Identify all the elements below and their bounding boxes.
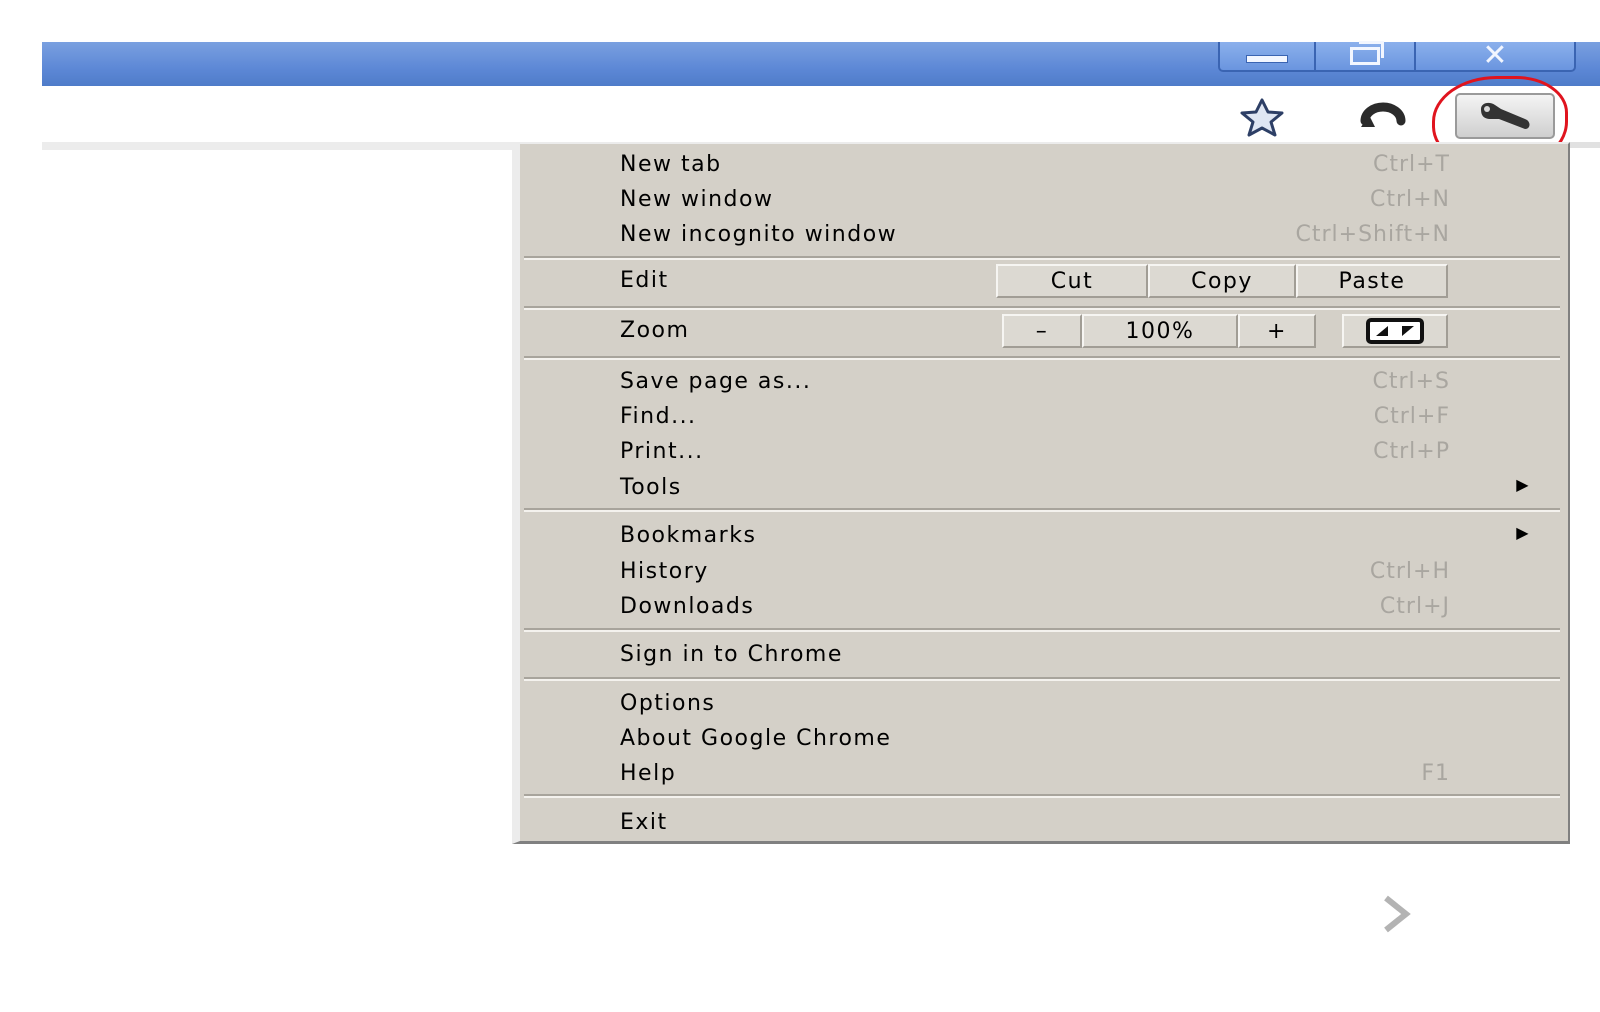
menu-separator (524, 256, 1560, 260)
menu-separator (524, 794, 1560, 798)
menu-item-label: Find... (620, 404, 697, 429)
reload-icon (1360, 102, 1406, 127)
menu-item-shortcut: Ctrl+Shift+N (1295, 222, 1450, 247)
menu-item-help[interactable]: Help F1 (520, 757, 1560, 791)
menu-item-new-incognito-window[interactable]: New incognito window Ctrl+Shift+N (520, 218, 1560, 252)
zoom-out-button[interactable]: – (1002, 314, 1082, 348)
menu-item-downloads[interactable]: Downloads Ctrl+J (520, 590, 1560, 624)
wrench-menu-button[interactable] (1455, 93, 1555, 139)
zoom-in-button[interactable]: + (1238, 314, 1316, 348)
menu-item-label: New window (620, 187, 774, 212)
menu-item-label: New tab (620, 152, 722, 177)
minimize-icon (1246, 55, 1288, 63)
menu-item-label: Help (620, 761, 677, 786)
menu-item-label: About Google Chrome (620, 726, 892, 751)
menu-item-label: Print... (620, 439, 704, 464)
star-icon (1240, 98, 1284, 137)
window-controls: ✕ (1218, 38, 1576, 73)
chevron-right-icon (1384, 895, 1411, 933)
menu-item-shortcut: Ctrl+S (1372, 369, 1450, 394)
menu-item-label: History (620, 559, 709, 584)
menu-item-shortcut: Ctrl+F (1373, 404, 1450, 429)
cut-button[interactable]: Cut (996, 264, 1148, 298)
fullscreen-icon (1366, 318, 1424, 344)
menu-item-shortcut: Ctrl+N (1369, 187, 1450, 212)
menu-item-label: Tools (620, 475, 682, 500)
zoom-level-display: 100% (1082, 314, 1238, 348)
restore-button[interactable] (1316, 41, 1416, 72)
menu-item-label: New incognito window (620, 222, 898, 247)
menu-item-print[interactable]: Print... Ctrl+P (520, 435, 1560, 469)
menu-item-label: Exit (620, 810, 668, 835)
submenu-arrow-icon: ▶ (1516, 523, 1530, 542)
fullscreen-button[interactable] (1342, 314, 1448, 348)
menu-item-label: Save page as... (620, 369, 812, 394)
menu-item-label: Options (620, 691, 716, 716)
zoom-label: Zoom (620, 318, 690, 343)
menu-item-shortcut: F1 (1421, 761, 1450, 786)
menu-item-shortcut: Ctrl+T (1372, 152, 1450, 177)
menu-item-shortcut: Ctrl+P (1373, 439, 1450, 464)
menu-item-label: Bookmarks (620, 523, 757, 548)
menu-item-label: Sign in to Chrome (620, 642, 843, 667)
submenu-arrow-icon: ▶ (1516, 475, 1530, 494)
menu-separator (524, 356, 1560, 360)
edit-label: Edit (620, 268, 669, 293)
minimize-button[interactable] (1218, 42, 1316, 72)
menu-item-about[interactable]: About Google Chrome (520, 722, 1560, 756)
paste-button[interactable]: Paste (1296, 264, 1448, 298)
menu-item-bookmarks[interactable]: Bookmarks ▶ (520, 519, 1560, 553)
menu-item-find[interactable]: Find... Ctrl+F (520, 400, 1560, 434)
wrench-dropdown-menu: New tab Ctrl+T New window Ctrl+N New inc… (512, 142, 1570, 844)
toolbar-shadow (42, 142, 522, 150)
next-chevron-button[interactable] (1376, 892, 1416, 936)
menu-separator (524, 628, 1560, 632)
menu-separator (524, 677, 1560, 681)
menu-item-new-tab[interactable]: New tab Ctrl+T (520, 148, 1560, 182)
reload-button[interactable] (1348, 94, 1418, 140)
restore-icon (1350, 41, 1384, 65)
copy-button[interactable]: Copy (1148, 264, 1296, 298)
menu-item-label: Downloads (620, 594, 755, 619)
menu-item-save-page-as[interactable]: Save page as... Ctrl+S (520, 365, 1560, 399)
bookmark-star-button[interactable] (1232, 96, 1292, 138)
close-button[interactable]: ✕ (1416, 38, 1576, 73)
menu-separator (524, 306, 1560, 310)
close-icon: ✕ (1482, 38, 1508, 73)
menu-item-tools[interactable]: Tools ▶ (520, 471, 1560, 505)
menu-item-sign-in[interactable]: Sign in to Chrome (520, 638, 1560, 672)
menu-item-shortcut: Ctrl+H (1369, 559, 1450, 584)
menu-item-history[interactable]: History Ctrl+H (520, 555, 1560, 589)
menu-item-options[interactable]: Options (520, 687, 1560, 721)
menu-separator (524, 508, 1560, 512)
wrench-icon (1481, 102, 1530, 129)
menu-item-shortcut: Ctrl+J (1379, 594, 1450, 619)
menu-item-exit[interactable]: Exit (520, 806, 1560, 840)
menu-item-new-window[interactable]: New window Ctrl+N (520, 183, 1560, 217)
